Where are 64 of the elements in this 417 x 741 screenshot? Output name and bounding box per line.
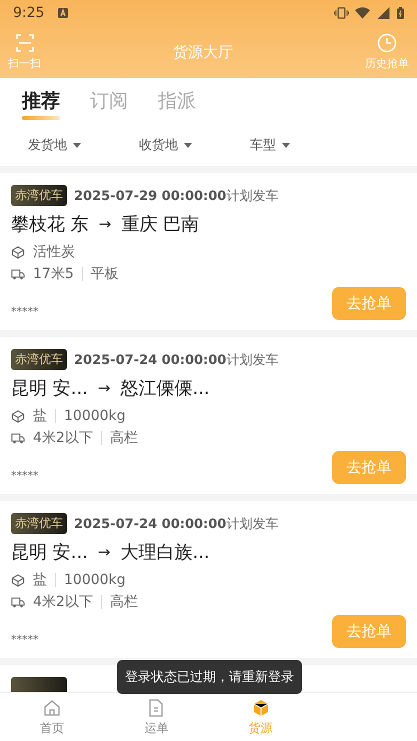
caret-icon bbox=[282, 142, 290, 148]
status-time: 9:25 bbox=[13, 5, 44, 21]
notification-icon bbox=[58, 8, 68, 18]
caret-icon bbox=[73, 142, 81, 148]
route-destination: 大理白族... bbox=[120, 541, 210, 564]
tag-badge: 赤湾优车 bbox=[11, 185, 67, 206]
cube-icon bbox=[11, 574, 25, 586]
departure-date: 2025-07-24 00:00:00计划发车 bbox=[74, 516, 278, 532]
vehicle-detail: 平板 bbox=[90, 265, 119, 283]
tag-badge: 赤湾优车 bbox=[11, 349, 67, 370]
page-title: 货源大厅 bbox=[173, 42, 233, 62]
route-destination: 怒江傈傈... bbox=[120, 377, 210, 400]
vibrate-icon bbox=[334, 7, 349, 19]
route-arrow: → bbox=[98, 543, 110, 561]
vehicle-detail: 高栏 bbox=[110, 429, 138, 447]
masked-contact: ***** bbox=[11, 633, 38, 646]
truck-icon bbox=[11, 596, 25, 608]
cargo-detail: 盐 bbox=[33, 571, 47, 589]
cargo-detail: 10000kg bbox=[64, 572, 126, 588]
filter-dropdown[interactable]: 收货地 bbox=[139, 136, 192, 154]
caret-icon bbox=[184, 142, 192, 148]
grab-order-button[interactable]: 去抢单 bbox=[332, 615, 406, 648]
tag-badge: 赤湾优车 bbox=[11, 513, 67, 534]
grab-order-button[interactable]: 去抢单 bbox=[332, 287, 406, 320]
signal-icon bbox=[376, 7, 391, 19]
filter-dropdown[interactable]: 车型 bbox=[250, 136, 290, 154]
cargo-detail: 10000kg bbox=[64, 408, 126, 424]
cargo-card[interactable]: 赤湾优车 2025-07-24 00:00:00计划发车 昆明 安... → 怒江傈傈... 盐 10000kg 4米2以下 高栏 ***** 去抢单 bbox=[0, 337, 417, 494]
nav-item[interactable]: 运单 bbox=[104, 693, 208, 741]
wifi-icon bbox=[355, 7, 370, 19]
masked-contact: ***** bbox=[11, 305, 38, 318]
truck-icon bbox=[11, 432, 25, 444]
route-origin: 攀枝花 东 bbox=[11, 213, 89, 236]
vehicle-detail: 4米2以下 bbox=[33, 593, 93, 611]
home-icon bbox=[42, 698, 62, 718]
nav-item[interactable]: 首页 bbox=[0, 693, 104, 741]
cargo-detail: 盐 bbox=[33, 407, 47, 425]
cargo-detail: 活性炭 bbox=[33, 243, 75, 261]
cube-icon bbox=[11, 246, 25, 258]
grab-order-button[interactable]: 去抢单 bbox=[332, 451, 406, 484]
masked-contact: ***** bbox=[11, 469, 38, 482]
route-origin: 昆明 安... bbox=[11, 541, 88, 564]
route-destination: 重庆 巴南 bbox=[121, 213, 200, 236]
vehicle-detail: 4米2以下 bbox=[33, 429, 93, 447]
cargo-card[interactable]: 赤湾优车 2025-07-24 00:00:00计划发车 昆明 安... → 大理白族... 盐 10000kg 4米2以下 高栏 ***** 去抢单 bbox=[0, 501, 417, 658]
route-arrow: → bbox=[98, 379, 110, 397]
clock-icon bbox=[377, 33, 397, 53]
truck-icon bbox=[11, 268, 25, 280]
departure-date: 2025-07-29 00:00:00计划发车 bbox=[74, 188, 278, 204]
cargo-card[interactable]: 赤湾优车 2025-07-29 00:00:00计划发车 攀枝花 东 → 重庆 巴南 活性炭 17米5 平板 ***** 去抢单 bbox=[0, 173, 417, 330]
vehicle-detail: 高栏 bbox=[110, 593, 138, 611]
route-arrow: → bbox=[98, 215, 112, 233]
nav-item[interactable]: 货源 bbox=[208, 693, 313, 741]
battery-icon bbox=[397, 7, 404, 19]
cube-icon bbox=[11, 410, 25, 422]
scan-icon bbox=[14, 33, 34, 53]
route-origin: 昆明 安... bbox=[11, 377, 88, 400]
vehicle-detail: 17米5 bbox=[33, 265, 74, 283]
session-toast: 登录状态已过期，请重新登录 bbox=[117, 660, 302, 694]
tab[interactable]: 订阅 bbox=[90, 88, 128, 120]
departure-date: 2025-07-24 00:00:00计划发车 bbox=[74, 352, 278, 368]
tab[interactable]: 指派 bbox=[158, 88, 196, 120]
tab[interactable]: 推荐 bbox=[22, 88, 60, 120]
filter-dropdown[interactable]: 发货地 bbox=[28, 136, 81, 154]
